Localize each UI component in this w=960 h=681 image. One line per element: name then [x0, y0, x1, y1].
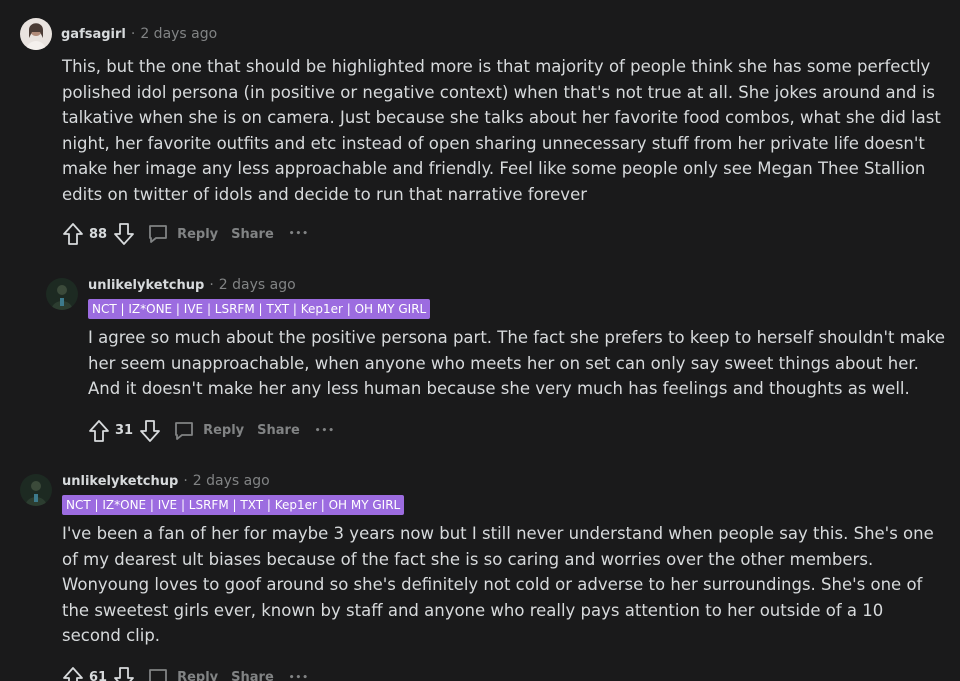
comment: unlikelyketchup · 2 days ago NCT | IZ*ON…	[20, 472, 945, 681]
downvote-icon[interactable]	[113, 222, 135, 246]
more-options-button[interactable]: •••	[289, 673, 309, 681]
share-button[interactable]: Share	[231, 227, 274, 242]
downvote-icon[interactable]	[113, 666, 135, 681]
username[interactable]: unlikelyketchup	[88, 278, 204, 293]
comment-actions: 31 Reply Share •••	[88, 416, 946, 446]
avatar[interactable]	[20, 474, 52, 506]
comment-body: I agree so much about the positive perso…	[88, 328, 946, 398]
comment-bubble-icon	[175, 421, 193, 440]
avatar[interactable]	[20, 18, 52, 50]
more-options-button[interactable]: •••	[289, 229, 309, 239]
separator-dot: ·	[130, 26, 136, 42]
reply-label: Reply	[203, 423, 245, 438]
timestamp[interactable]: 2 days ago	[193, 473, 270, 489]
user-flair: NCT | IZ*ONE | IVE | LSRFM | TXT | Kep1e…	[88, 299, 431, 319]
comment: gafsagirl · 2 days ago This, but the one…	[20, 17, 945, 249]
comment-bubble-icon	[149, 668, 167, 681]
avatar[interactable]	[46, 278, 78, 310]
upvote-icon[interactable]	[88, 419, 110, 443]
username[interactable]: unlikelyketchup	[62, 474, 178, 489]
reply-label: Reply	[177, 670, 219, 681]
more-options-button[interactable]: •••	[315, 426, 335, 436]
vote-count: 61	[89, 670, 108, 681]
reply-button[interactable]: Reply	[173, 420, 244, 442]
comment-header: gafsagirl · 2 days ago	[20, 17, 945, 51]
reply-button[interactable]: Reply	[147, 667, 218, 681]
comment-header: unlikelyketchup · 2 days ago NCT | IZ*ON…	[20, 472, 945, 515]
downvote-icon[interactable]	[139, 419, 161, 443]
reply-label: Reply	[177, 226, 219, 242]
comment: unlikelyketchup · 2 days ago NCT | IZ*ON…	[46, 276, 946, 446]
timestamp[interactable]: 2 days ago	[219, 277, 296, 293]
upvote-icon[interactable]	[62, 222, 84, 246]
comment-body: I've been a fan of her for maybe 3 years…	[62, 524, 934, 645]
comment-header: unlikelyketchup · 2 days ago NCT | IZ*ON…	[46, 276, 946, 319]
separator-dot: ·	[183, 473, 188, 489]
username[interactable]: gafsagirl	[61, 27, 126, 42]
vote-count: 31	[115, 423, 134, 438]
upvote-icon[interactable]	[62, 666, 84, 681]
timestamp[interactable]: 2 days ago	[140, 26, 217, 42]
separator-dot: ·	[209, 277, 214, 293]
comment-body: This, but the one that should be highlig…	[62, 57, 941, 204]
comment-bubble-icon	[149, 225, 167, 243]
reply-button[interactable]: Reply	[147, 223, 218, 245]
share-button[interactable]: Share	[231, 670, 274, 681]
user-flair: NCT | IZ*ONE | IVE | LSRFM | TXT | Kep1e…	[62, 495, 405, 515]
vote-count: 88	[89, 226, 108, 242]
comment-actions: 88 Reply Share •••	[62, 219, 945, 249]
comment-actions: 61 Reply Share •••	[62, 663, 945, 681]
share-button[interactable]: Share	[257, 423, 300, 438]
